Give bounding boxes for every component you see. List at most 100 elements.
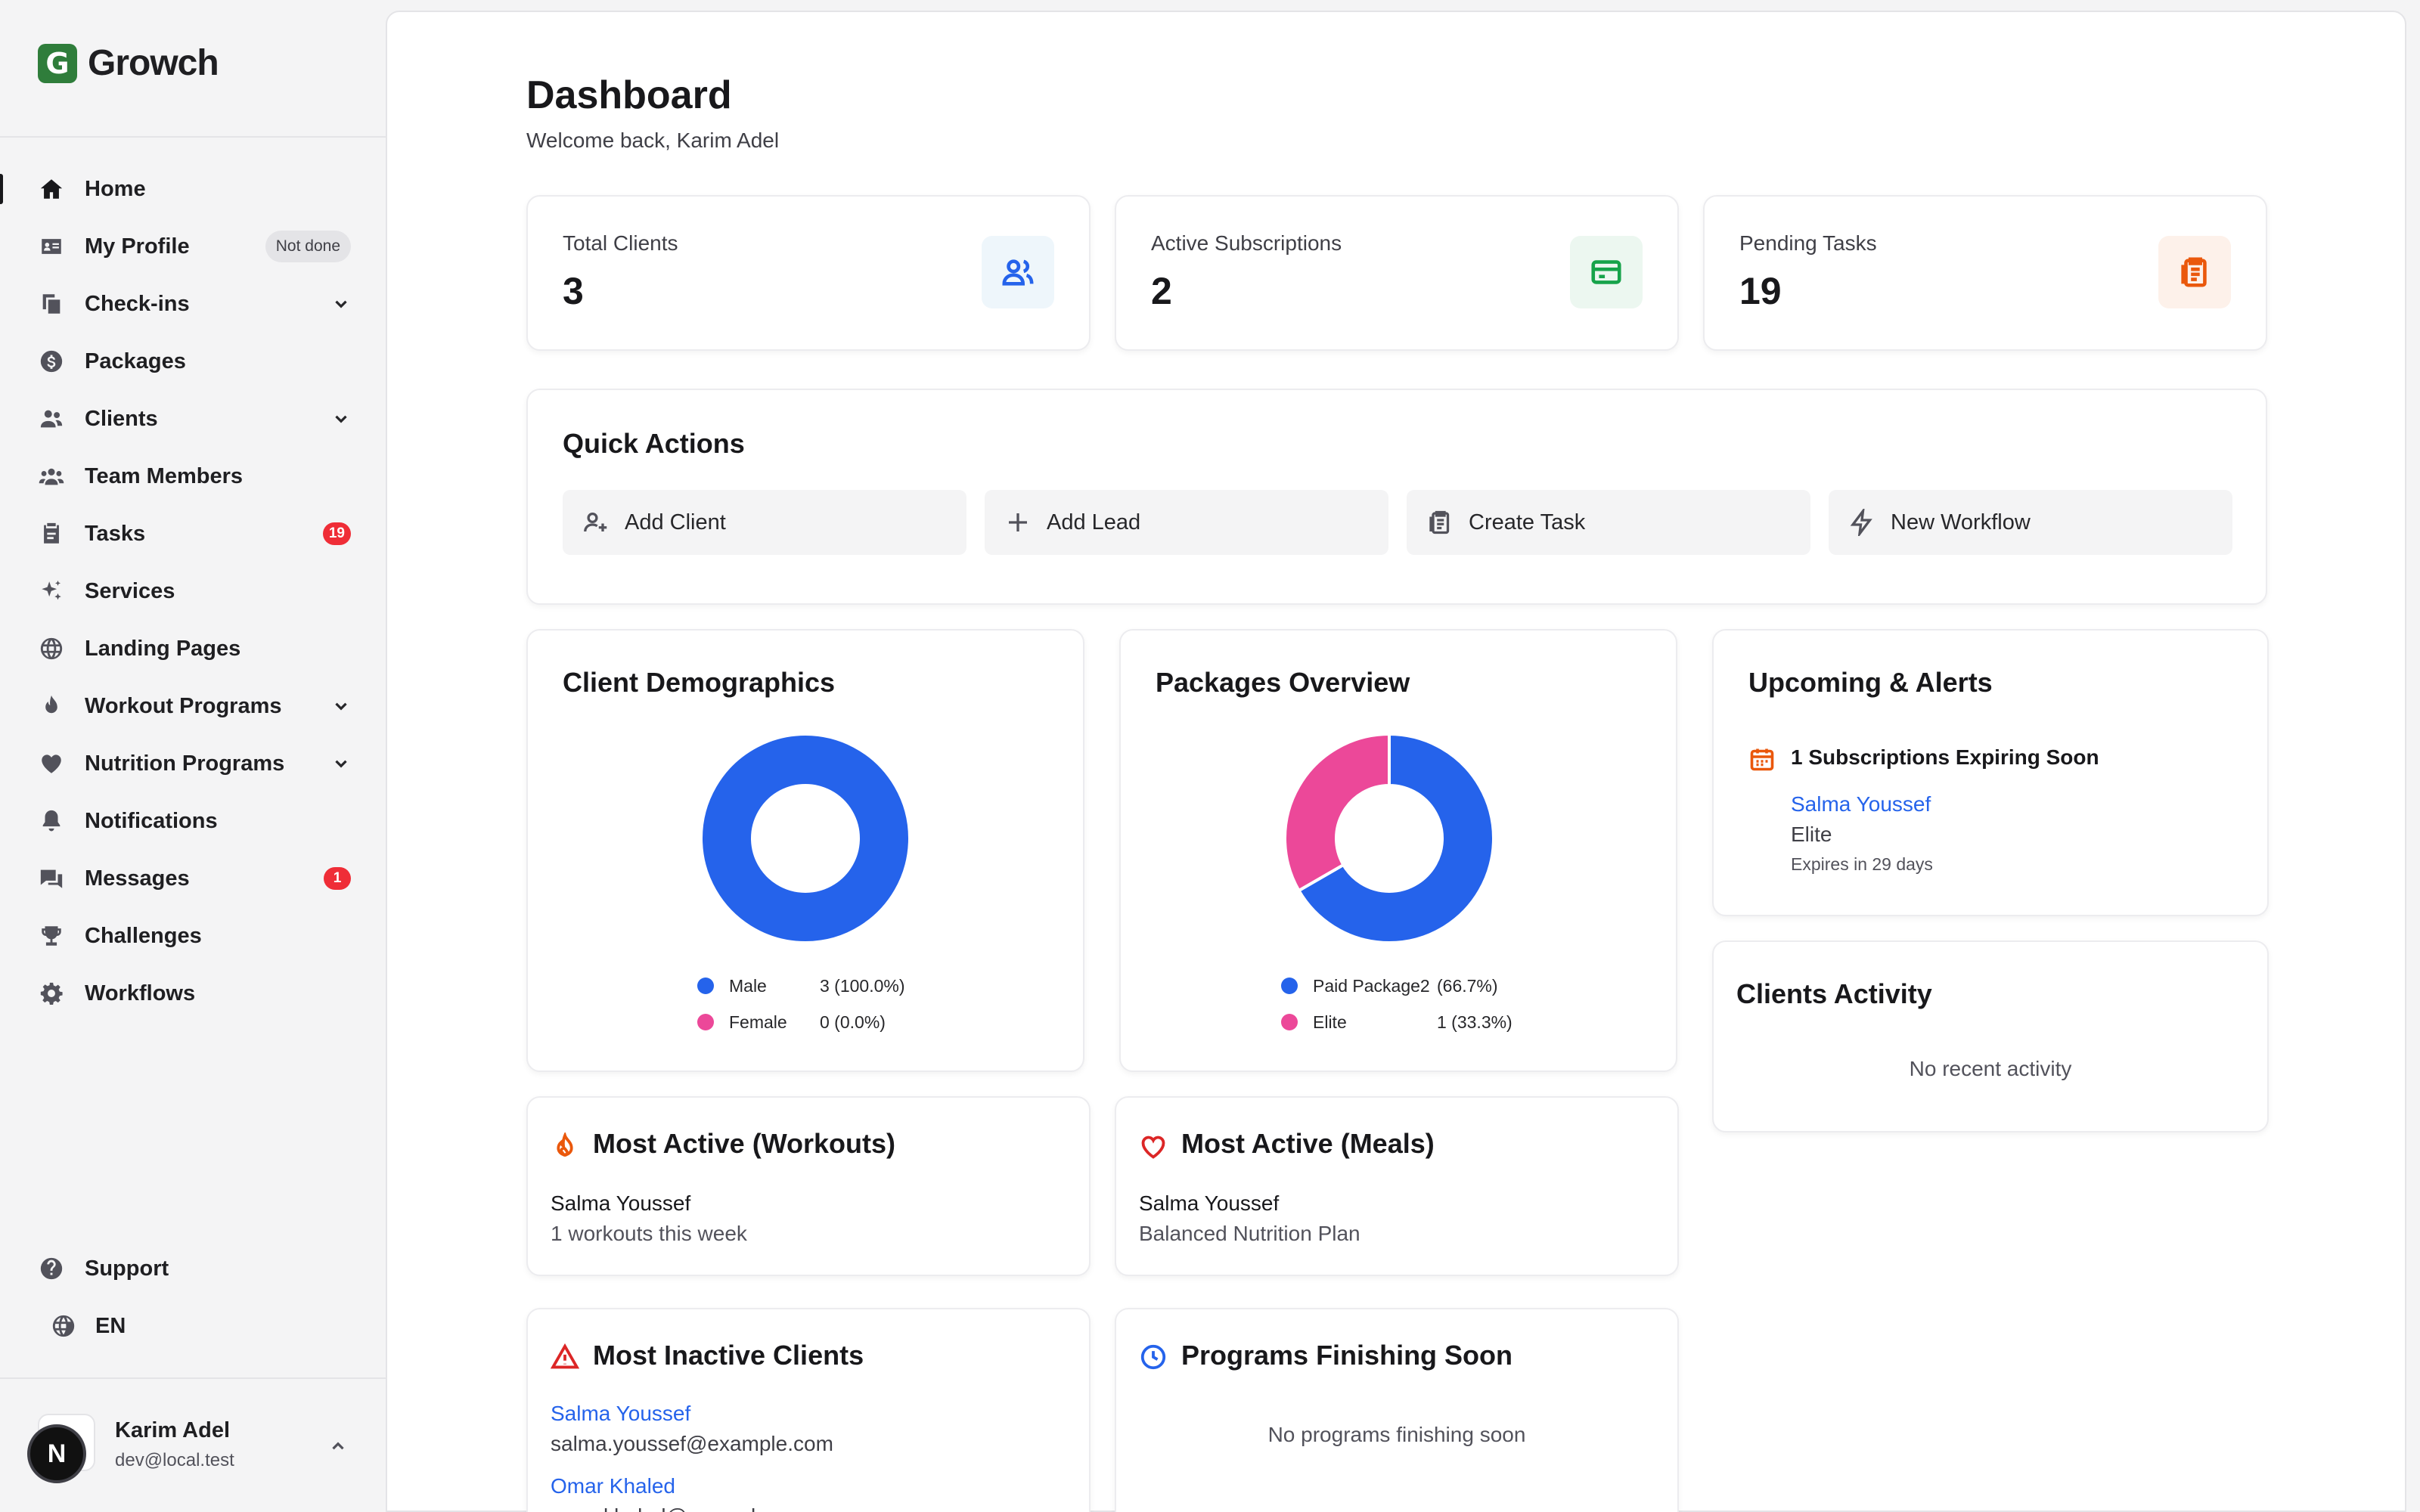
legend-item: Paid Package2 (66.7%) <box>1281 968 1512 1004</box>
alert-expiry: Expires in 29 days <box>1791 854 1933 874</box>
chevron-down-icon[interactable] <box>331 409 351 429</box>
most-active-workouts-card: Most Active (Workouts) Salma Youssef 1 w… <box>526 1096 1091 1276</box>
sidebar-item-services[interactable]: Services <box>0 562 386 620</box>
clients-activity-card: Clients Activity No recent activity <box>1712 940 2269 1132</box>
legend-value: 3 (100.0%) <box>820 975 905 996</box>
status-badge: Not done <box>265 231 351 262</box>
section-title: Most Active (Workouts) <box>593 1128 896 1159</box>
bell-icon <box>38 807 65 835</box>
section-title: Most Active (Meals) <box>1181 1128 1435 1159</box>
user-name: Karim Adel <box>115 1418 231 1442</box>
pie-slice-elite[interactable] <box>1283 732 1391 893</box>
divider <box>0 1377 386 1379</box>
upcoming-alerts-card: Upcoming & Alerts 1 Subscriptions Expiri… <box>1712 629 2269 916</box>
sidebar-item-nutrition-programs[interactable]: Nutrition Programs <box>0 735 386 792</box>
legend-value: (66.7%) <box>1437 975 1498 996</box>
warning-icon <box>550 1343 580 1371</box>
stat-label: Total Clients <box>563 231 678 255</box>
sidebar-item-check-ins[interactable]: Check-ins <box>0 275 386 333</box>
dollar-icon <box>38 348 65 375</box>
quick-actions-card: Quick Actions Add Client Add Lead Create… <box>526 389 2267 605</box>
brand-logo[interactable]: G Growch <box>38 42 219 84</box>
heart-icon <box>1139 1132 1168 1161</box>
new-workflow-button[interactable]: New Workflow <box>1829 490 2232 555</box>
sidebar-item-label: My Profile <box>85 234 190 259</box>
chevron-up-icon[interactable] <box>328 1436 348 1456</box>
add-client-button[interactable]: Add Client <box>563 490 966 555</box>
legend-dot <box>1281 978 1298 994</box>
section-title: Most Inactive Clients <box>593 1340 864 1371</box>
sidebar-item-label: Notifications <box>85 808 218 833</box>
legend-item: Male 3 (100.0%) <box>697 968 905 1004</box>
section-title: Quick Actions <box>563 428 745 459</box>
stat-label: Pending Tasks <box>1739 231 1877 255</box>
section-title: Client Demographics <box>563 667 836 698</box>
page-title: Dashboard <box>526 73 732 117</box>
legend-value: 1 (33.3%) <box>1437 1012 1512 1032</box>
sidebar-item-landing-pages[interactable]: Landing Pages <box>0 620 386 677</box>
chevron-down-icon[interactable] <box>331 294 351 314</box>
chart-legend: Male 3 (100.0%) Female 0 (0.0%) <box>697 968 905 1040</box>
sidebar-item-team-members[interactable]: Team Members <box>0 448 386 505</box>
legend-item: Elite 1 (33.3%) <box>1281 1004 1512 1040</box>
language-switcher[interactable]: EN <box>0 1297 386 1355</box>
sidebar-item-home[interactable]: Home <box>0 160 386 218</box>
stat-card-active-subscriptions[interactable]: Active Subscriptions 2 <box>1115 195 1679 351</box>
check-ins-icon <box>38 290 65 318</box>
legend-name: Male <box>729 975 767 996</box>
client-link[interactable]: Omar Khaled <box>551 1474 675 1498</box>
clock-icon <box>1139 1343 1168 1371</box>
stat-value: 3 <box>563 270 584 312</box>
sidebar-item-notifications[interactable]: Notifications <box>0 792 386 850</box>
most-inactive-clients-card: Most Inactive Clients Salma Youssef salm… <box>526 1308 1091 1512</box>
client-detail: 1 workouts this week <box>551 1222 747 1245</box>
language-label: EN <box>95 1313 126 1338</box>
chevron-down-icon[interactable] <box>331 696 351 716</box>
sidebar-item-packages[interactable]: Packages <box>0 333 386 390</box>
sidebar-item-workout-programs[interactable]: Workout Programs <box>0 677 386 735</box>
create-task-button[interactable]: Create Task <box>1407 490 1810 555</box>
sidebar-item-label: Workflows <box>85 981 196 1005</box>
sidebar-item-messages[interactable]: Messages 1 <box>0 850 386 907</box>
user-email: dev@local.test <box>115 1450 234 1470</box>
globe-icon <box>38 635 65 662</box>
sidebar-item-support[interactable]: Support <box>0 1240 386 1297</box>
pie-slice-male[interactable] <box>700 733 911 944</box>
sidebar-item-label: Clients <box>85 406 158 431</box>
chevron-down-icon[interactable] <box>331 754 351 773</box>
sidebar-item-workflows[interactable]: Workflows <box>0 965 386 1022</box>
stat-card-pending-tasks[interactable]: Pending Tasks 19 <box>1703 195 2267 351</box>
user-menu[interactable]: N Karim Adel dev@local.test <box>0 1383 386 1512</box>
profile-card-icon <box>38 233 65 260</box>
button-label: Add Client <box>625 510 726 534</box>
client-detail: Balanced Nutrition Plan <box>1139 1222 1360 1245</box>
sidebar-item-label: Packages <box>85 349 186 373</box>
section-title: Upcoming & Alerts <box>1748 667 1993 698</box>
button-label: Add Lead <box>1047 510 1141 534</box>
zap-icon <box>1850 509 1872 536</box>
user-plus-icon <box>584 512 607 532</box>
globe-icon <box>50 1312 77 1340</box>
dev-indicator-icon[interactable]: N <box>27 1424 86 1483</box>
client-link[interactable]: Salma Youssef <box>551 1402 690 1426</box>
add-lead-button[interactable]: Add Lead <box>985 490 1388 555</box>
client-demographics-card: Client Demographics Male 3 (100.0%) Fema… <box>526 629 1084 1072</box>
main-content: Dashboard Welcome back, Karim Adel Total… <box>386 11 2406 1512</box>
programs-finishing-soon-card: Programs Finishing Soon No programs fini… <box>1115 1308 1679 1512</box>
sidebar-item-clients[interactable]: Clients <box>0 390 386 448</box>
section-title: Clients Activity <box>1736 978 1932 1009</box>
count-badge: 19 <box>322 522 351 545</box>
legend-dot <box>1281 1014 1298 1030</box>
sidebar-item-label: Check-ins <box>85 291 190 316</box>
legend-item: Female 0 (0.0%) <box>697 1004 905 1040</box>
stat-card-total-clients[interactable]: Total Clients 3 <box>526 195 1091 351</box>
packages-overview-card: Packages Overview Paid Package2 (66.7%) … <box>1119 629 1677 1072</box>
credit-card-icon <box>1570 236 1643 308</box>
sidebar-item-tasks[interactable]: Tasks 19 <box>0 505 386 562</box>
button-label: New Workflow <box>1891 510 2031 534</box>
trophy-icon <box>38 922 65 950</box>
button-label: Create Task <box>1469 510 1586 534</box>
sidebar-item-challenges[interactable]: Challenges <box>0 907 386 965</box>
sidebar-item-my-profile[interactable]: My Profile Not done <box>0 218 386 275</box>
alert-client-link[interactable]: Salma Youssef <box>1791 792 1931 816</box>
